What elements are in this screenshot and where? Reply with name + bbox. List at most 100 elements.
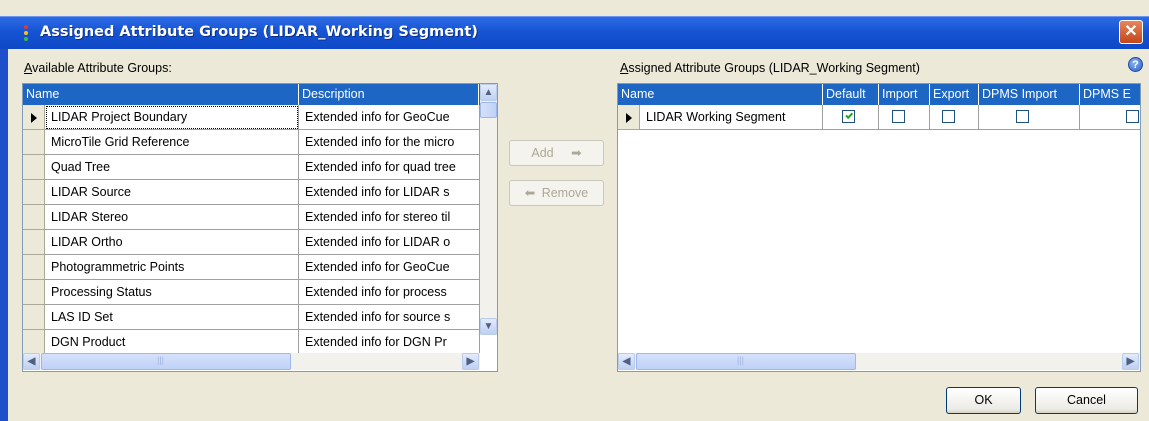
column-header-default[interactable]: Default [823,84,879,105]
column-header-dpms-export[interactable]: DPMS E [1080,84,1140,105]
close-button[interactable]: ✕ [1119,20,1143,44]
available-vertical-scrollbar[interactable]: ▲ ▼ [480,84,497,335]
scroll-down-button[interactable]: ▼ [480,318,497,335]
row-selector[interactable] [23,230,45,255]
title-bar[interactable]: Assigned Attribute Groups (LIDAR_Working… [0,16,1149,49]
scroll-left-button[interactable]: ◀ [23,353,40,370]
available-groups-label-mnemonic: A [24,61,33,75]
table-row[interactable]: LIDAR Project Boundary Extended info for … [23,105,480,130]
cell-description[interactable]: Extended info for LIDAR s [299,180,480,205]
remove-button-label: Remove [541,186,589,200]
export-checkbox[interactable] [942,110,955,123]
check-icon [845,111,854,120]
table-row[interactable]: Photogrammetric Points Extended info for … [23,255,480,280]
cell-description[interactable]: Extended info for source s [299,305,480,330]
cell-name[interactable]: Photogrammetric Points [45,255,299,280]
dialog-window: Assigned Attribute Groups (LIDAR_Working… [0,0,1149,421]
cell-description[interactable]: Extended info for the micro [299,130,480,155]
assigned-groups-grid[interactable]: Name Default Import Export DPMS Import D… [617,83,1141,372]
window-title: Assigned Attribute Groups (LIDAR_Working… [40,24,478,40]
grip-icon: ||| [157,355,165,365]
assigned-horizontal-scrollbar[interactable]: ◀ ||| ▶ [618,353,1140,370]
cell-import[interactable] [879,105,930,130]
cell-export[interactable] [930,105,979,130]
table-row[interactable]: Quad Tree Extended info for quad tree [23,155,480,180]
table-row[interactable]: LIDAR Working Segment [618,105,1140,130]
column-header-import[interactable]: Import [879,84,930,105]
table-row[interactable]: MicroTile Grid Reference Extended info fo… [23,130,480,155]
cell-name[interactable]: LIDAR Project Boundary [45,105,299,130]
cell-description[interactable]: Extended info for quad tree [299,155,480,180]
row-selector[interactable] [23,255,45,280]
cancel-button[interactable]: Cancel [1035,387,1138,414]
cell-description[interactable]: Extended info for DGN Pr [299,330,480,355]
arrow-left-icon: ⬅ [524,186,536,200]
current-row-icon [626,113,632,123]
column-header-dpms-import[interactable]: DPMS Import [979,84,1080,105]
available-groups-label: Available Attribute Groups: [24,61,172,75]
table-row[interactable]: LAS ID Set Extended info for source s [23,305,480,330]
cell-name[interactable]: MicroTile Grid Reference [45,130,299,155]
column-header-export[interactable]: Export [930,84,979,105]
scroll-left-button[interactable]: ◀ [618,353,635,370]
cell-name[interactable]: Processing Status [45,280,299,305]
cell-description[interactable]: Extended info for GeoCue [299,105,480,130]
cell-name[interactable]: LIDAR Source [45,180,299,205]
assigned-grid-header: Name Default Import Export DPMS Import D… [618,84,1140,105]
available-horizontal-scrollbar[interactable]: ◀ ||| ▶ [23,353,480,370]
cell-default[interactable] [823,105,879,130]
row-selector[interactable] [23,205,45,230]
cell-name[interactable]: Quad Tree [45,155,299,180]
column-header-description[interactable]: Description [299,84,479,105]
row-selector[interactable] [23,305,45,330]
table-row[interactable]: LIDAR Ortho Extended info for LIDAR o [23,230,480,255]
cell-name[interactable]: LIDAR Stereo [45,205,299,230]
cell-description[interactable]: Extended info for process [299,280,480,305]
row-selector[interactable] [23,330,45,355]
table-row[interactable]: DGN Product Extended info for DGN Pr [23,330,480,355]
default-checkbox[interactable] [842,110,855,123]
available-groups-grid[interactable]: Name Description LIDAR Project Boundary E… [22,83,498,372]
ok-button[interactable]: OK [946,387,1021,414]
cell-name[interactable]: DGN Product [45,330,299,355]
cell-name[interactable]: LIDAR Ortho [45,230,299,255]
cell-description[interactable]: Extended info for stereo til [299,205,480,230]
add-button-label: Add [531,146,554,160]
grip-icon: ||| [737,355,745,365]
dpms-import-checkbox[interactable] [1016,110,1029,123]
row-selector[interactable] [618,105,640,130]
row-selector[interactable] [23,280,45,305]
cell-name[interactable]: LIDAR Working Segment [640,105,823,130]
cell-dpms-export[interactable] [1080,105,1140,130]
scroll-right-button[interactable]: ▶ [462,353,479,370]
scroll-thumb[interactable] [480,102,497,118]
import-checkbox[interactable] [892,110,905,123]
window-frame-left [0,49,8,421]
scroll-up-button[interactable]: ▲ [480,84,497,101]
app-icon [22,24,30,42]
help-icon[interactable]: ? [1128,57,1143,72]
table-row[interactable]: LIDAR Stereo Extended info for stereo til [23,205,480,230]
cell-description[interactable]: Extended info for GeoCue [299,255,480,280]
remove-button[interactable]: ⬅ Remove [509,180,604,206]
row-selector[interactable] [23,180,45,205]
add-button[interactable]: Add ➡ [509,140,604,166]
scroll-thumb[interactable]: ||| [41,353,291,370]
row-selector[interactable] [23,105,45,130]
cell-dpms-import[interactable] [979,105,1080,130]
cell-description[interactable]: Extended info for LIDAR o [299,230,480,255]
cell-name[interactable]: LAS ID Set [45,305,299,330]
dpms-export-checkbox[interactable] [1126,110,1139,123]
table-row[interactable]: LIDAR Source Extended info for LIDAR s [23,180,480,205]
assigned-groups-label: Assigned Attribute Groups (LIDAR_Working… [620,61,920,75]
available-groups-label-text: vailable Attribute Groups: [32,61,172,75]
scroll-right-button[interactable]: ▶ [1122,353,1139,370]
row-selector[interactable] [23,130,45,155]
scroll-thumb[interactable]: ||| [636,353,856,370]
column-header-name[interactable]: Name [23,84,299,105]
assigned-groups-label-text: ssigned Attribute Groups (LIDAR_Working … [628,61,920,75]
table-row[interactable]: Processing Status Extended info for proce… [23,280,480,305]
row-selector[interactable] [23,155,45,180]
column-header-name[interactable]: Name [618,84,823,105]
available-grid-header: Name Description [23,84,497,105]
